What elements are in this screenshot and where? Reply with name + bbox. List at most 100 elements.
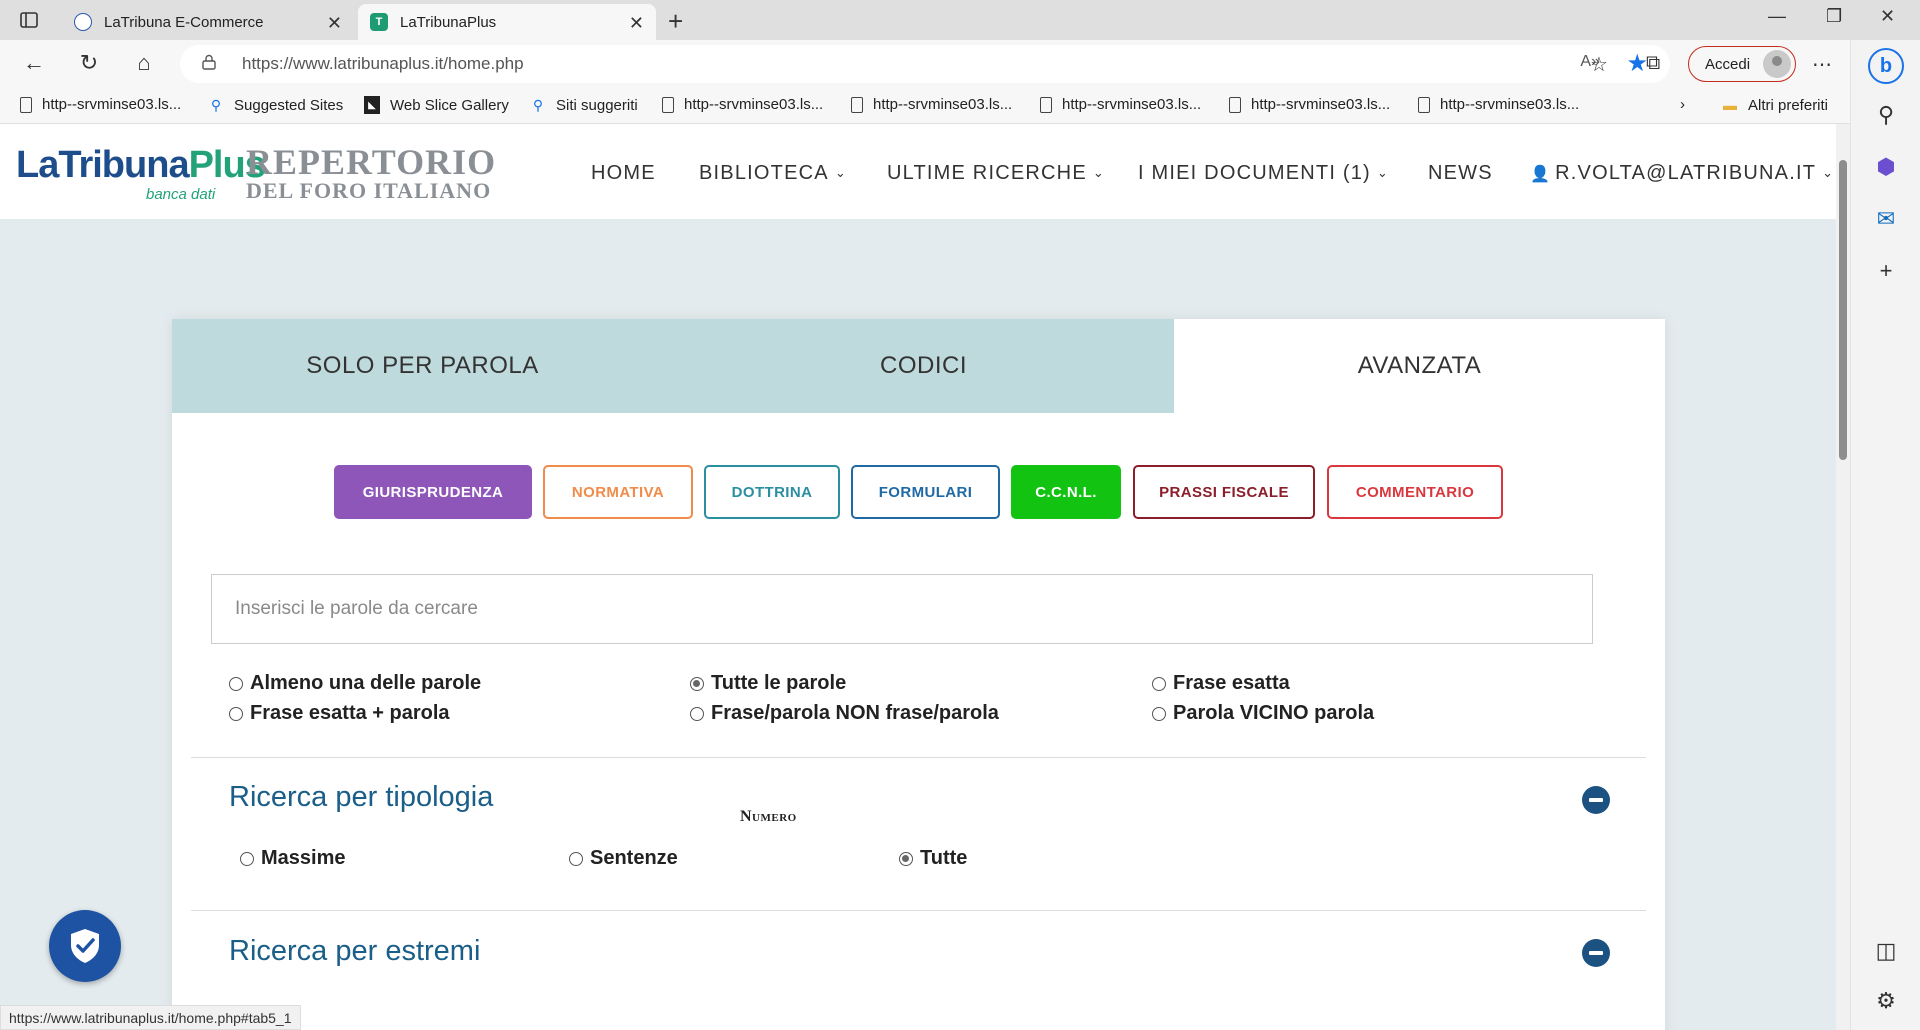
signin-button[interactable]: Accedi — [1688, 46, 1796, 82]
search-icon[interactable]: ⚲ — [1851, 102, 1920, 128]
mode-frase-esatta-parola-radio[interactable]: Frase esatta + parola — [229, 702, 450, 725]
bing-icon[interactable]: b — [1851, 48, 1920, 84]
category-giurisprudenza-button[interactable]: GIURISPRUDENZA — [334, 465, 532, 519]
browser-tab-latribunaplus[interactable]: T LaTribunaPlus ✕ — [358, 4, 656, 40]
tab-codici[interactable]: CODICI — [673, 319, 1174, 413]
tab-favicon-icon: T — [370, 13, 388, 31]
sidebar-layout-icon[interactable]: ◫ — [1851, 938, 1920, 964]
category-ccnl-button[interactable]: C.C.N.L. — [1011, 465, 1121, 519]
bookmark-item[interactable]: http--srvminse03.ls... — [20, 96, 181, 113]
estremi-heading[interactable]: Ricerca per estremi — [229, 935, 480, 968]
category-formulari-button[interactable]: FORMULARI — [851, 465, 1000, 519]
nav-news[interactable]: NEWS — [1428, 162, 1493, 185]
category-label: NORMATIVA — [571, 483, 665, 501]
refresh-icon[interactable]: ↻ — [75, 50, 103, 76]
favorites-icon[interactable]: ☆ — [1590, 52, 1608, 77]
nav-biblioteca[interactable]: BIBLIOTECA ⌄ — [699, 162, 847, 185]
bookmark-item[interactable]: http--srvminse03.ls... — [1040, 96, 1201, 113]
category-commentario-button[interactable]: COMMENTARIO — [1327, 465, 1503, 519]
collections-icon[interactable]: ⧉ — [1646, 52, 1660, 75]
tipologia-massime-radio[interactable]: Massime — [240, 847, 346, 870]
bookmark-item[interactable]: ⚲ Suggested Sites — [208, 96, 343, 114]
radio-button[interactable] — [690, 706, 704, 721]
collapse-estremi-icon[interactable] — [1582, 939, 1610, 967]
nav-user-menu[interactable]: 👤 R.VOLTA@LATRIBUNA.IT ⌄ — [1530, 162, 1834, 185]
home-icon[interactable]: ⌂ — [130, 50, 158, 76]
tab-label: AVANZATA — [1357, 352, 1482, 379]
nav-ultime-ricerche[interactable]: ULTIME RICERCHE ⌄ — [887, 162, 1105, 185]
address-bar[interactable]: https://www.latribunaplus.it/home.php A»… — [180, 45, 1670, 83]
profile-avatar-icon — [1763, 50, 1791, 78]
tipologia-tutte-radio[interactable]: Tutte — [899, 847, 967, 870]
tipologia-sentenze-radio[interactable]: Sentenze — [569, 847, 678, 870]
status-bar: https://www.latribunaplus.it/home.php#ta… — [0, 1005, 301, 1030]
radio-label: Frase esatta + parola — [250, 702, 450, 724]
tab-solo-per-parola[interactable]: SOLO PER PAROLA — [172, 319, 673, 413]
restore-icon[interactable]: ❐ — [1826, 6, 1842, 27]
category-dottrina-button[interactable]: DOTTRINA — [704, 465, 840, 519]
mode-vicino-radio[interactable]: Parola VICINO parola — [1152, 702, 1374, 725]
radio-button[interactable] — [229, 676, 243, 691]
radio-button[interactable] — [569, 851, 583, 866]
chevron-down-icon: ⌄ — [1092, 165, 1105, 180]
minimize-icon[interactable]: — — [1768, 6, 1786, 27]
bookmark-item[interactable]: ◣ Web Slice Gallery — [364, 96, 509, 114]
close-tab-icon[interactable]: ✕ — [327, 13, 342, 34]
tipologia-heading[interactable]: Ricerca per tipologia — [229, 781, 493, 814]
back-icon[interactable]: ← — [20, 50, 48, 76]
favorite-star-icon[interactable]: ★ — [1626, 49, 1648, 78]
other-favorites[interactable]: ▬ Altri preferiti — [1722, 96, 1828, 114]
mode-non-radio[interactable]: Frase/parola NON frase/parola — [690, 702, 999, 725]
bookmark-item[interactable]: http--srvminse03.ls... — [1229, 96, 1390, 113]
tab-actions-icon[interactable] — [18, 9, 40, 31]
category-normativa-button[interactable]: NORMATIVA — [543, 465, 693, 519]
scrollbar-thumb[interactable] — [1839, 160, 1847, 460]
radio-label: Massime — [261, 847, 346, 869]
bookmark-label: Siti suggeriti — [556, 96, 638, 114]
latribunaplus-logo[interactable]: LaTribunaPlus — [16, 144, 266, 187]
search-card: SOLO PER PAROLA CODICI AVANZATA GIURISPR… — [172, 319, 1665, 1030]
lock-icon — [202, 54, 216, 70]
radio-button[interactable] — [1152, 706, 1166, 721]
radio-button[interactable] — [1152, 676, 1166, 691]
bookmark-label: http--srvminse03.ls... — [1251, 96, 1391, 113]
page-scrollbar[interactable] — [1836, 124, 1850, 1030]
nav-miei-documenti[interactable]: I MIEI DOCUMENTI (1) ⌄ — [1138, 162, 1389, 185]
radio-button[interactable] — [899, 851, 913, 866]
nav-label: HOME — [591, 162, 656, 184]
logo2-line2: DEL FORO ITALIANO — [246, 178, 492, 203]
bookmark-item[interactable]: http--srvminse03.ls... — [851, 96, 1012, 113]
add-sidebar-icon[interactable]: + — [1851, 258, 1920, 284]
tab-avanzata[interactable]: AVANZATA — [1174, 319, 1665, 413]
category-prassi-fiscale-button[interactable]: PRASSI FISCALE — [1133, 465, 1315, 519]
close-window-icon[interactable]: ✕ — [1880, 6, 1895, 27]
logo-subtitle: banca dati — [146, 186, 216, 203]
security-shield-icon[interactable] — [49, 910, 121, 982]
collapse-tipologia-icon[interactable] — [1582, 786, 1610, 814]
radio-button[interactable] — [690, 676, 704, 691]
url-text: https://www.latribunaplus.it/home.php — [242, 54, 524, 73]
settings-gear-icon[interactable]: ⚙ — [1851, 988, 1920, 1014]
copilot-icon[interactable]: ⬢ — [1851, 154, 1920, 180]
more-menu-icon[interactable]: ⋯ — [1812, 52, 1832, 77]
bookmark-item[interactable]: http--srvminse03.ls... — [1418, 96, 1579, 113]
bookmark-item[interactable]: ⚲ Siti suggeriti — [530, 96, 638, 114]
new-tab-icon[interactable]: + — [668, 6, 683, 37]
search-input[interactable] — [211, 574, 1593, 644]
mode-tutte-le-parole-radio[interactable]: Tutte le parole — [690, 672, 846, 695]
mode-almeno-una-radio[interactable]: Almeno una delle parole — [229, 672, 481, 695]
tab-title: LaTribunaPlus — [400, 13, 497, 31]
radio-label: Almeno una delle parole — [250, 672, 482, 694]
browser-tab-ecommerce[interactable]: LaTribuna E-Commerce ✕ — [62, 4, 354, 40]
mode-frase-esatta-radio[interactable]: Frase esatta — [1152, 672, 1290, 695]
tab-title: LaTribuna E-Commerce — [104, 13, 264, 31]
bookmark-item[interactable]: http--srvminse03.ls... — [662, 96, 823, 113]
nav-home[interactable]: HOME — [591, 162, 656, 185]
radio-button[interactable] — [240, 851, 254, 866]
outlook-icon[interactable]: ✉ — [1851, 206, 1920, 232]
close-tab-icon[interactable]: ✕ — [629, 13, 644, 34]
bookmarks-overflow-icon[interactable]: › — [1680, 96, 1685, 113]
doc-icon — [20, 96, 32, 113]
radio-button[interactable] — [229, 706, 243, 721]
browser-tabbar: LaTribuna E-Commerce ✕ T LaTribunaPlus ✕… — [0, 0, 1920, 40]
